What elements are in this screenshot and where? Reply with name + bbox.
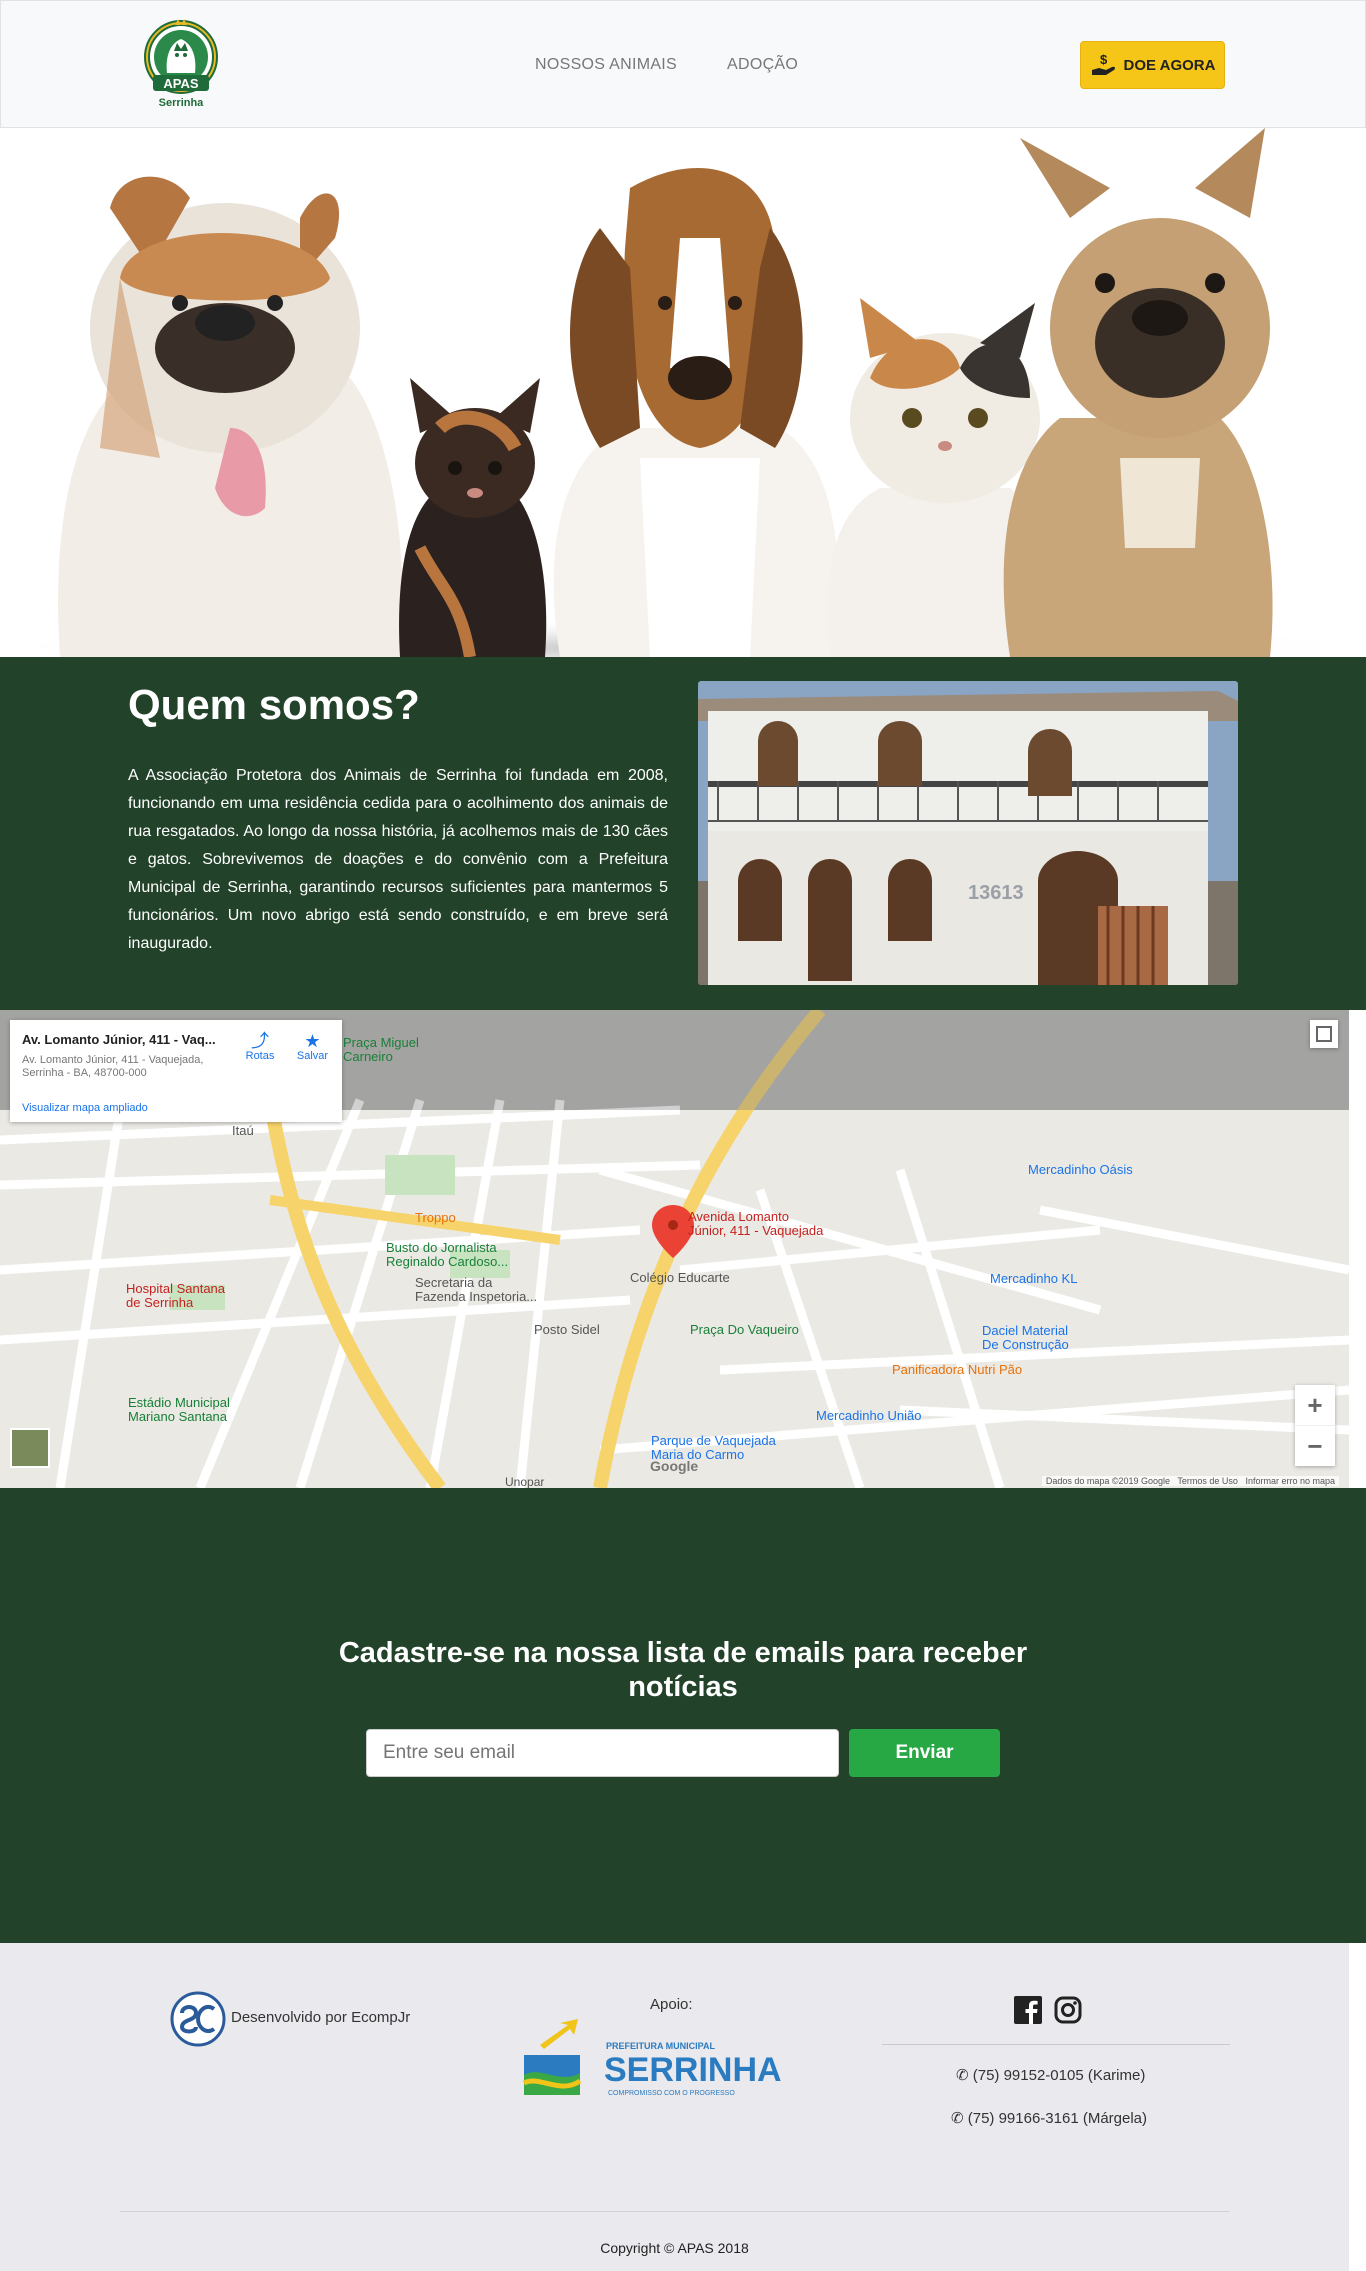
map-label: Itaú [232,1123,254,1138]
map-label: Troppo [415,1210,456,1225]
map-card-address: Av. Lomanto Júnior, 411 - Vaquejada, Ser… [22,1054,204,1079]
logo-text: APAS [163,76,198,91]
map-label: Daciel Material De Construção [982,1323,1069,1352]
map-label: Hospital Santana de Serrinha [126,1281,226,1310]
apas-logo[interactable]: APAS Serrinha [141,15,221,111]
map-label: Busto do Jornalista Reginaldo Cardoso... [386,1240,509,1269]
map-label: Mercadinho Oásis [1028,1162,1133,1177]
directions-icon: ⤴ [251,1031,269,1051]
map-pin-label: Avenida Lomanto Júnior, 411 - Vaquejada [688,1209,824,1238]
map-label: Unopar [505,1475,545,1488]
nav-link-adocao[interactable]: ADOÇÃO [727,56,798,74]
map-card-title: Av. Lomanto Júnior, 411 - Vaq... [22,1032,216,1047]
donate-button[interactable]: $ DOE AGORA [1080,41,1225,89]
whatsapp-icon: ✆ [956,2067,969,2084]
prefeitura-slogan: COMPROMISSO COM O PROGRESSO [608,2090,735,2097]
map-data-credit: Dados do mapa ©2019 Google [1045,1476,1171,1486]
bulldog-image [58,176,403,657]
svg-text:$: $ [1100,52,1108,67]
map-label: Mercadinho KL [990,1271,1078,1286]
footer-divider [882,2044,1230,2045]
nav-link-nossos-animais[interactable]: NOSSOS ANIMAIS [535,56,677,74]
navbar: APAS Serrinha NOSSOS ANIMAIS ADOÇÃO $ DO… [0,0,1366,128]
support-label: Apoio: [650,1996,693,2013]
footer: Desenvolvido por EcompJr Apoio: PREFEITU… [0,1943,1349,2271]
footer-bottom-divider [120,2211,1230,2212]
logo-subtext: Serrinha [159,97,205,109]
money-hand-icon: $ [1091,52,1115,75]
google-map[interactable]: Avenida Lomanto Júnior, 411 - Vaquejada … [0,1010,1349,1488]
about-section: Quem somos? A Associação Protetora dos A… [0,657,1366,1010]
directions-label: Rotas [245,1050,275,1062]
phone-contact: ✆ (75) 99152-0105 (Karime) [956,2066,1145,2084]
hero-pets-illustration [0,128,1366,657]
map-card-link[interactable]: Visualizar mapa ampliado [22,1102,148,1114]
map-attribution: Dados do mapa ©2019 Google Termos de Uso… [1041,1476,1339,1486]
map-label: Praça Miguel Carneiro [343,1035,419,1064]
about-title: Quem somos? [128,681,420,728]
map-label: Google [650,1458,699,1474]
page: APAS Serrinha NOSSOS ANIMAIS ADOÇÃO $ DO… [0,0,1366,2271]
newsletter-section: Cadastre-se na nossa lista de emails par… [0,1488,1366,1943]
kitten-image [399,378,547,657]
star-icon: ★ [304,1031,321,1051]
fullscreen-icon[interactable] [1310,1020,1338,1048]
save-place-button[interactable]: ★ Salvar [290,1032,335,1062]
newsletter-title-line2: notícias [628,1671,738,1703]
shelter-building-photo: 13613 [698,681,1238,985]
map-label: Posto Sidel [534,1322,600,1337]
developer-credit: Desenvolvido por EcompJr [231,2009,411,2026]
phone-contact: ✆ (75) 99166-3161 (Márgela) [951,2109,1147,2127]
map-label: Colégio Educarte [630,1270,730,1285]
building-number: 13613 [968,882,1024,904]
save-label: Salvar [296,1050,329,1062]
whatsapp-icon: ✆ [951,2110,964,2127]
ecompjr-logo[interactable] [170,1991,226,2047]
about-text: A Associação Protetora dos Animais de Se… [128,767,668,952]
report-error-link[interactable]: Informar erro no mapa [1245,1476,1335,1486]
satellite-thumbnail[interactable] [10,1428,50,1468]
zoom-out-button[interactable]: − [1295,1425,1335,1465]
hero-banner [0,128,1366,657]
directions-button[interactable]: ⤴ Rotas [235,1032,285,1062]
map-label: Estádio Municipal Mariano Santana [128,1395,230,1424]
zoom-in-button[interactable]: + [1295,1385,1335,1425]
prefeitura-name: SERRINHA [604,2051,782,2089]
prefeitura-top-text: PREFEITURA MUNICIPAL [606,2041,716,2051]
donate-label: DOE AGORA [1123,56,1216,74]
copyright: Copyright © APAS 2018 [600,2240,749,2256]
phone-number: (75) 99152-0105 (Karime) [972,2067,1146,2084]
zoom-control: + − [1295,1385,1335,1466]
terms-link[interactable]: Termos de Uso [1177,1476,1238,1486]
basset-hound-image [553,168,838,657]
french-bulldog-image [1003,128,1273,657]
facebook-icon[interactable] [1014,1996,1042,2024]
newsletter-title: Cadastre-se na nossa lista de emails par… [0,1636,1366,1704]
email-input[interactable] [366,1729,839,1777]
newsletter-title-line1: Cadastre-se na nossa lista de emails par… [338,1637,1028,1669]
phone-number: (75) 99166-3161 (Márgela) [967,2110,1148,2127]
map-label: Mercadinho União [816,1408,922,1423]
map-label: Panificadora Nutri Pão [892,1362,1023,1377]
map-label: Praça Do Vaqueiro [690,1322,799,1337]
map-label: Secretaria da Fazenda Inspetoria... [415,1275,538,1304]
map-info-card: Av. Lomanto Júnior, 411 - Vaq... Av. Lom… [10,1020,342,1122]
prefeitura-serrinha-logo[interactable]: PREFEITURA MUNICIPAL SERRINHA COMPROMISS… [520,2015,820,2115]
send-button[interactable]: Enviar [849,1729,1000,1777]
instagram-icon[interactable] [1054,1996,1082,2024]
